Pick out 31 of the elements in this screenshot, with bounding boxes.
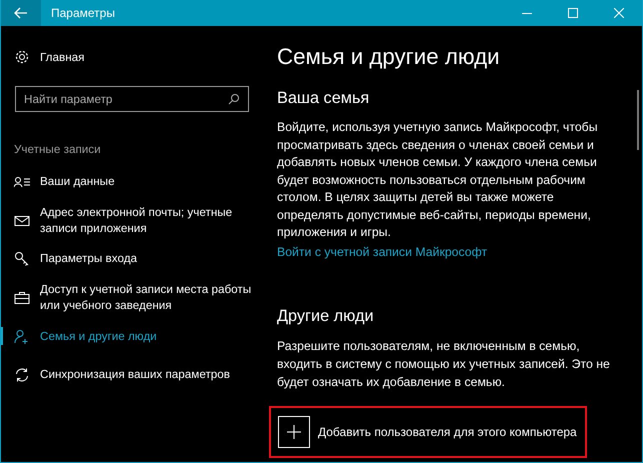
nav-item[interactable]: Адрес электронной почты; учетные записи приложения [1,202,269,240]
plus-icon [278,416,310,448]
person-add-icon [14,328,30,345]
page-title: Семья и другие люди [277,43,501,71]
section-heading: Ваша семья [277,88,370,109]
search-icon [228,93,240,105]
mail-icon [14,214,30,227]
search-field[interactable]: Найти параметр [15,86,249,112]
settings-icon [14,49,30,65]
sync-icon [14,367,30,384]
nav-item[interactable]: Синхронизация ваших параметров [1,356,269,395]
briefcase-icon [14,291,30,306]
close-icon [614,8,624,18]
section-label: Учетные записи [14,142,102,158]
nav-item[interactable]: Доступ к учетной записи места работы или учебного заведения [1,278,269,318]
scrollbar[interactable] [637,90,639,150]
back-arrow-icon [14,7,28,19]
others-description: Разрешите пользователям, не включенным в семью, входить в систему с помощью их учетных записей. Это не будет означать их добавление в семью. [277,338,611,390]
nav-item[interactable]: Параметры входа [1,240,269,279]
maximize-icon [568,8,578,18]
nav-item[interactable]: Семья и другие люди [1,317,269,356]
nav-item[interactable]: Ваши данные [1,163,269,202]
key-icon [14,251,30,268]
home-link[interactable]: Главная [1,48,269,66]
family-description: Войдите, используя учетную запись Майкрософт, чтобы просматривать здесь сведения о членах своей семьи и добавлять новых членов семьи. У каждого члена семьи будет возможность пользоваться отдельным рабочим столом. В целях защиты детей вы также можете определять допустимые веб-сайты, периоды времени, приложения и игры. [277,119,599,241]
window-title: Параметры [51,6,116,20]
sign-in-link[interactable]: Войти с учетной записи Майкрософт [277,244,488,260]
section-heading: Другие люди [277,306,375,326]
person-list-icon [14,176,30,188]
back-button[interactable] [1,0,41,26]
add-user-button[interactable]: Добавить пользователя для этого компьютера [278,416,577,448]
